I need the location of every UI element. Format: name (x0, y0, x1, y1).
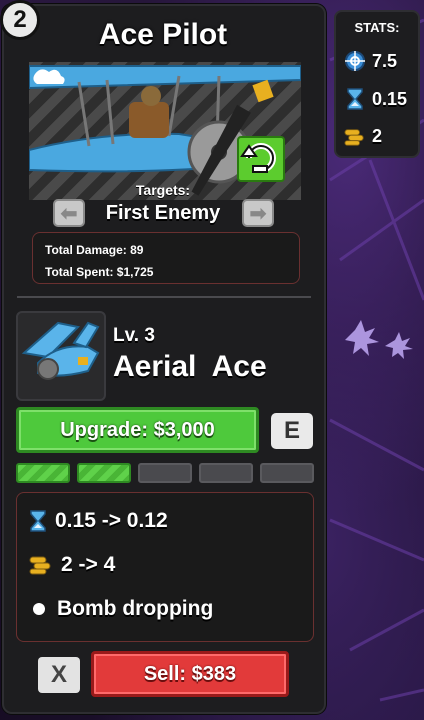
rotate-placement-button[interactable] (237, 136, 285, 182)
sell-button[interactable]: Sell: $383 (91, 651, 289, 697)
totals-box: Total Damage: 89 Total Spent: $1,725 (32, 232, 300, 284)
total-spent: Total Spent: $1,725 (45, 265, 154, 279)
rotate-icon (240, 143, 276, 173)
upgrade-name: Aerial Ace (113, 350, 267, 383)
range-icon (345, 51, 365, 71)
bullet-point-icon (33, 603, 45, 615)
upgrade-button[interactable]: Upgrade: $3,000 (16, 407, 259, 453)
progress-segment (260, 463, 314, 483)
targets-label: Targets: (135, 182, 191, 198)
divider (17, 296, 311, 298)
upgrade-progress (16, 463, 314, 483)
stats-panel: STATS: 7.5 0.15 2 (334, 10, 420, 158)
upgrade-level: Lv. 3 (113, 325, 155, 346)
progress-segment (16, 463, 70, 483)
arrow-right-icon: ➡ (249, 202, 267, 225)
close-button[interactable]: X (38, 657, 80, 693)
progress-segment (138, 463, 192, 483)
stat-damage-value: 2 (372, 126, 383, 146)
change-text: 0.15 -> 0.12 (55, 509, 168, 532)
hourglass-icon (347, 88, 363, 110)
target-next-button[interactable]: ➡ (242, 199, 274, 227)
hourglass-icon (30, 510, 46, 532)
change-damage: 2 -> 4 (29, 553, 115, 577)
stat-range: 7.5 (344, 50, 397, 72)
progress-segment (77, 463, 131, 483)
change-text: 2 -> 4 (61, 553, 116, 576)
progress-segment (199, 463, 253, 483)
tower-name: Ace Pilot (98, 18, 228, 51)
upgrade-changes: 0.15 -> 0.12 2 -> 4 Bomb dropping (16, 492, 314, 642)
bullets-icon (344, 128, 364, 146)
stat-cooldown-value: 0.15 (372, 88, 408, 109)
upgrade-hotkey: E (271, 413, 313, 449)
stat-damage: 2 (344, 126, 382, 147)
stat-cooldown: 0.15 (344, 88, 407, 110)
change-cooldown: 0.15 -> 0.12 (29, 509, 168, 533)
slot-number-badge: 2 (0, 0, 40, 40)
stats-title: STATS: (354, 20, 400, 35)
change-text: Bomb dropping (57, 597, 214, 620)
upgrade-thumbnail (16, 311, 106, 401)
total-damage: Total Damage: 89 (45, 243, 144, 257)
stat-range-value: 7.5 (372, 50, 398, 71)
bullets-icon (29, 556, 51, 575)
change-ability: Bomb dropping (29, 597, 213, 621)
target-mode: First Enemy (105, 202, 221, 224)
